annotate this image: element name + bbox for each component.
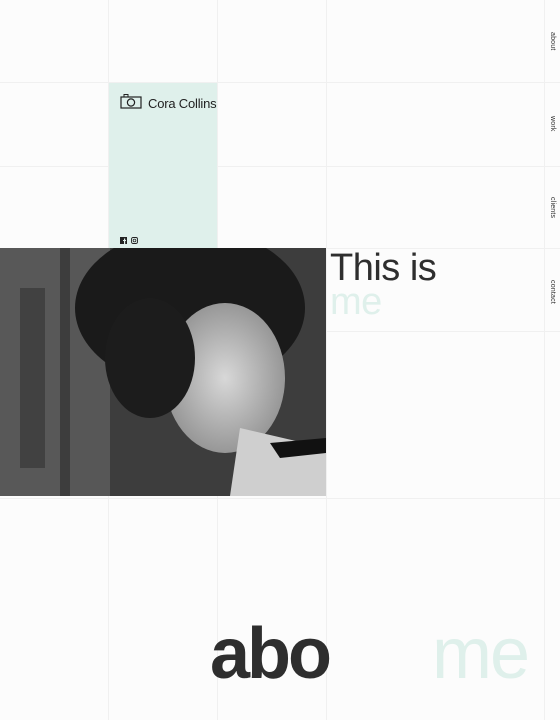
grid-line [0, 166, 560, 167]
grid-line [0, 82, 560, 83]
brand-name: Cora Collins [148, 96, 217, 111]
facebook-icon[interactable] [120, 237, 127, 244]
instagram-icon[interactable] [131, 237, 138, 244]
hero-subtitle: me [330, 281, 382, 323]
nav-about[interactable]: about [549, 32, 556, 51]
camera-logo-icon [120, 93, 142, 114]
social-links [120, 237, 138, 244]
about-heading-accent: me [432, 614, 530, 694]
grid-line [0, 498, 560, 499]
grid-line [544, 0, 545, 720]
portrait-photo [0, 248, 326, 496]
nav-clients[interactable]: clients [549, 197, 556, 218]
brand-logo[interactable]: Cora Collins [120, 93, 217, 114]
about-heading: abo [210, 614, 332, 694]
brand-panel: Cora Collins [109, 83, 217, 248]
nav-contact[interactable]: contact [549, 280, 556, 304]
nav-work[interactable]: work [549, 116, 556, 132]
